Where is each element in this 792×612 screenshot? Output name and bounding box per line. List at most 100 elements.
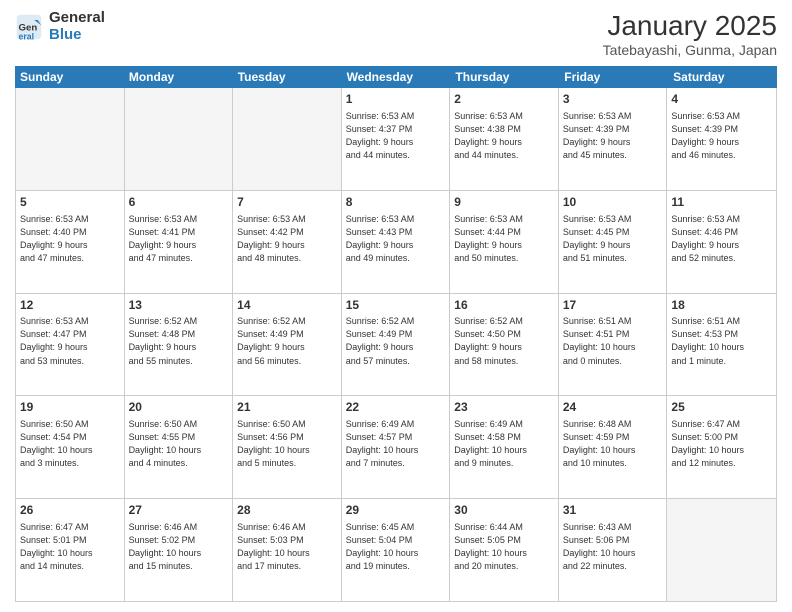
day-header-monday: Monday [124,66,233,88]
cal-cell-3-1: 20Sunrise: 6:50 AM Sunset: 4:55 PM Dayli… [125,396,234,498]
day-number: 28 [237,502,337,519]
day-info: Sunrise: 6:53 AM Sunset: 4:42 PM Dayligh… [237,213,337,265]
cal-cell-0-2 [233,88,342,190]
day-info: Sunrise: 6:48 AM Sunset: 4:59 PM Dayligh… [563,418,663,470]
cal-cell-1-4: 9Sunrise: 6:53 AM Sunset: 4:44 PM Daylig… [450,191,559,293]
logo-text: General Blue [49,10,105,43]
cal-cell-0-3: 1Sunrise: 6:53 AM Sunset: 4:37 PM Daylig… [342,88,451,190]
week-row-4: 26Sunrise: 6:47 AM Sunset: 5:01 PM Dayli… [16,499,776,601]
cal-cell-0-0 [16,88,125,190]
cal-cell-4-0: 26Sunrise: 6:47 AM Sunset: 5:01 PM Dayli… [16,499,125,601]
cal-cell-1-3: 8 Sunrise: 6:53 AM Sunset: 4:43 PM Daylig… [342,191,451,293]
cal-cell-2-6: 18Sunrise: 6:51 AM Sunset: 4:53 PM Dayli… [667,294,776,396]
day-number: 11 [671,194,772,211]
cal-cell-2-4: 16Sunrise: 6:52 AM Sunset: 4:50 PM Dayli… [450,294,559,396]
day-info: Sunrise: 6:52 AM Sunset: 4:49 PM Dayligh… [237,315,337,367]
cal-cell-2-5: 17Sunrise: 6:51 AM Sunset: 4:51 PM Dayli… [559,294,668,396]
day-number: 26 [20,502,120,519]
cal-cell-1-5: 10 Sunrise: 6:53 AM Sunset: 4:45 PM Dayli… [559,191,668,293]
day-number: 6 [129,194,229,211]
day-info: Sunrise: 6:46 AM Sunset: 5:02 PM Dayligh… [129,521,229,573]
day-number: 14 [237,297,337,314]
day-number: 4 [671,91,772,108]
calendar: SundayMondayTuesdayWednesdayThursdayFrid… [15,66,777,602]
cal-cell-1-0: 5 Sunrise: 6:53 AM Sunset: 4:40 PM Daylig… [16,191,125,293]
day-info: Sunrise: 6:50 AM Sunset: 4:56 PM Dayligh… [237,418,337,470]
cal-cell-3-4: 23Sunrise: 6:49 AM Sunset: 4:58 PM Dayli… [450,396,559,498]
cal-cell-3-0: 19 Sunrise: 6:50 AM Sunset: 4:54 PM Dayli… [16,396,125,498]
day-number: 20 [129,399,229,416]
day-info: Sunrise: 6:52 AM Sunset: 4:49 PM Dayligh… [346,315,446,367]
logo-general: General [49,10,105,27]
day-info: Sunrise: 6:52 AM Sunset: 4:48 PM Dayligh… [129,315,229,367]
header: Gen eral General Blue January 2025 Tateb… [15,10,777,58]
day-number: 21 [237,399,337,416]
day-number: 27 [129,502,229,519]
day-number: 12 [20,297,120,314]
cal-cell-2-0: 12Sunrise: 6:53 AM Sunset: 4:47 PM Dayli… [16,294,125,396]
day-info: Sunrise: 6:46 AM Sunset: 5:03 PM Dayligh… [237,521,337,573]
day-header-friday: Friday [559,66,668,88]
week-row-3: 19 Sunrise: 6:50 AM Sunset: 4:54 PM Dayli… [16,396,776,499]
calendar-header-row: SundayMondayTuesdayWednesdayThursdayFrid… [15,66,777,88]
cal-cell-2-1: 13Sunrise: 6:52 AM Sunset: 4:48 PM Dayli… [125,294,234,396]
day-info: Sunrise: 6:53 AM Sunset: 4:41 PM Dayligh… [129,213,229,265]
day-info: Sunrise: 6:44 AM Sunset: 5:05 PM Dayligh… [454,521,554,573]
day-number: 16 [454,297,554,314]
day-info: Sunrise: 6:51 AM Sunset: 4:53 PM Dayligh… [671,315,772,367]
title-block: January 2025 Tatebayashi, Gunma, Japan [603,10,777,58]
day-number: 18 [671,297,772,314]
day-number: 9 [454,194,554,211]
cal-cell-4-2: 28 Sunrise: 6:46 AM Sunset: 5:03 PM Dayli… [233,499,342,601]
day-number: 5 [20,194,120,211]
day-info: Sunrise: 6:53 AM Sunset: 4:46 PM Dayligh… [671,213,772,265]
day-number: 2 [454,91,554,108]
day-number: 19 [20,399,120,416]
day-number: 25 [671,399,772,416]
week-row-1: 5 Sunrise: 6:53 AM Sunset: 4:40 PM Daylig… [16,191,776,294]
day-header-saturday: Saturday [668,66,777,88]
day-number: 8 [346,194,446,211]
day-info: Sunrise: 6:53 AM Sunset: 4:43 PM Dayligh… [346,213,446,265]
day-header-sunday: Sunday [15,66,124,88]
cal-cell-3-6: 25 Sunrise: 6:47 AM Sunset: 5:00 PM Dayli… [667,396,776,498]
day-info: Sunrise: 6:47 AM Sunset: 5:00 PM Dayligh… [671,418,772,470]
cal-cell-4-1: 27 Sunrise: 6:46 AM Sunset: 5:02 PM Dayli… [125,499,234,601]
day-number: 24 [563,399,663,416]
day-info: Sunrise: 6:49 AM Sunset: 4:58 PM Dayligh… [454,418,554,470]
cal-cell-3-3: 22Sunrise: 6:49 AM Sunset: 4:57 PM Dayli… [342,396,451,498]
week-row-2: 12Sunrise: 6:53 AM Sunset: 4:47 PM Dayli… [16,294,776,397]
day-info: Sunrise: 6:50 AM Sunset: 4:54 PM Dayligh… [20,418,120,470]
cal-cell-4-5: 31 Sunrise: 6:43 AM Sunset: 5:06 PM Dayli… [559,499,668,601]
calendar-body-border: 1Sunrise: 6:53 AM Sunset: 4:37 PM Daylig… [15,88,777,602]
cal-cell-4-3: 29Sunrise: 6:45 AM Sunset: 5:04 PM Dayli… [342,499,451,601]
week-row-0: 1Sunrise: 6:53 AM Sunset: 4:37 PM Daylig… [16,88,776,191]
day-number: 22 [346,399,446,416]
cal-cell-0-5: 3Sunrise: 6:53 AM Sunset: 4:39 PM Daylig… [559,88,668,190]
day-number: 7 [237,194,337,211]
day-info: Sunrise: 6:52 AM Sunset: 4:50 PM Dayligh… [454,315,554,367]
cal-cell-4-4: 30Sunrise: 6:44 AM Sunset: 5:05 PM Dayli… [450,499,559,601]
day-info: Sunrise: 6:53 AM Sunset: 4:39 PM Dayligh… [671,110,772,162]
day-number: 10 [563,194,663,211]
page-container: Gen eral General Blue January 2025 Tateb… [0,0,792,612]
cal-cell-2-2: 14Sunrise: 6:52 AM Sunset: 4:49 PM Dayli… [233,294,342,396]
day-number: 1 [346,91,446,108]
day-info: Sunrise: 6:53 AM Sunset: 4:40 PM Dayligh… [20,213,120,265]
day-number: 29 [346,502,446,519]
day-number: 31 [563,502,663,519]
cal-cell-0-1 [125,88,234,190]
day-number: 15 [346,297,446,314]
day-info: Sunrise: 6:43 AM Sunset: 5:06 PM Dayligh… [563,521,663,573]
day-header-thursday: Thursday [450,66,559,88]
cal-cell-1-6: 11 Sunrise: 6:53 AM Sunset: 4:46 PM Dayli… [667,191,776,293]
cal-cell-1-1: 6 Sunrise: 6:53 AM Sunset: 4:41 PM Daylig… [125,191,234,293]
day-info: Sunrise: 6:53 AM Sunset: 4:45 PM Dayligh… [563,213,663,265]
day-number: 13 [129,297,229,314]
cal-cell-3-5: 24 Sunrise: 6:48 AM Sunset: 4:59 PM Dayli… [559,396,668,498]
day-info: Sunrise: 6:53 AM Sunset: 4:38 PM Dayligh… [454,110,554,162]
cal-cell-4-6 [667,499,776,601]
day-info: Sunrise: 6:53 AM Sunset: 4:39 PM Dayligh… [563,110,663,162]
cal-cell-1-2: 7 Sunrise: 6:53 AM Sunset: 4:42 PM Daylig… [233,191,342,293]
location: Tatebayashi, Gunma, Japan [603,42,777,58]
